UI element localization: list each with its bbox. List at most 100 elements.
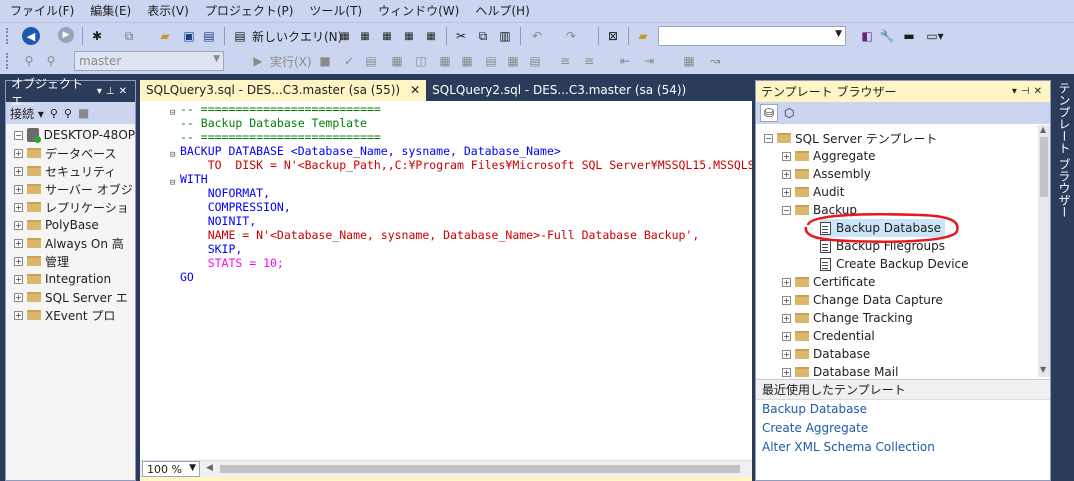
scroll-down-icon[interactable]: ▼ bbox=[1040, 365, 1046, 374]
database-select[interactable]: master ▼ bbox=[74, 51, 224, 71]
collapse-icon[interactable]: − bbox=[14, 130, 23, 140]
close-icon[interactable]: ✕ bbox=[1034, 86, 1046, 97]
tree-server-node[interactable]: − DESKTOP-48OP bbox=[14, 126, 135, 144]
expand-icon[interactable]: + bbox=[14, 310, 23, 320]
menu-view[interactable]: 表示(V) bbox=[139, 0, 197, 22]
expand-icon[interactable]: + bbox=[782, 313, 791, 323]
tree-folder-database[interactable]: + Database bbox=[782, 345, 870, 363]
find-icon[interactable]: ▰ bbox=[634, 27, 652, 45]
expand-icon[interactable]: + bbox=[14, 202, 23, 212]
tree-node[interactable]: + Always On 高 bbox=[14, 234, 135, 252]
filter-connect-icon[interactable]: ⚲ bbox=[50, 107, 58, 120]
tree-item-create-backup-device[interactable]: Create Backup Device bbox=[820, 255, 969, 273]
expand-icon[interactable]: + bbox=[782, 295, 791, 305]
recent-link[interactable]: Alter XML Schema Collection bbox=[756, 438, 1050, 457]
expand-icon[interactable]: + bbox=[14, 220, 23, 230]
toolbar-grip[interactable] bbox=[6, 28, 10, 44]
tree-node[interactable]: + セキュリティ bbox=[14, 162, 135, 180]
cut-icon[interactable]: ✂ bbox=[452, 27, 470, 45]
expand-icon[interactable]: + bbox=[14, 274, 23, 284]
tree-node[interactable]: + SQL Server エ bbox=[14, 288, 135, 306]
tree-folder-change-data-capture[interactable]: + Change Data Capture bbox=[782, 291, 943, 309]
tree-folder-certificate[interactable]: + Certificate bbox=[782, 273, 875, 291]
tree-node[interactable]: + Integration bbox=[14, 270, 135, 288]
collapse-icon[interactable]: ⊟ bbox=[170, 148, 175, 162]
open-folder-icon[interactable]: ▰ bbox=[156, 27, 174, 45]
change-connection-icon[interactable]: ⚲ bbox=[42, 52, 60, 70]
expand-icon[interactable]: + bbox=[14, 292, 23, 302]
search-combo[interactable]: ▼ bbox=[658, 26, 846, 46]
pin-icon[interactable]: ⊣ bbox=[1021, 86, 1034, 97]
redo-icon[interactable]: ↷ bbox=[562, 27, 580, 45]
tree-node[interactable]: + PolyBase bbox=[14, 216, 135, 234]
expand-icon[interactable]: + bbox=[782, 331, 791, 341]
expand-icon[interactable]: + bbox=[14, 238, 23, 248]
close-icon[interactable]: ✕ bbox=[119, 86, 131, 97]
query-options-icon[interactable]: ▦ bbox=[388, 52, 406, 70]
db-engine-query-icon[interactable]: ▦ bbox=[336, 27, 354, 45]
menu-help[interactable]: ヘルプ(H) bbox=[467, 0, 537, 22]
properties-icon[interactable]: ⊠ bbox=[604, 27, 622, 45]
pin-icon[interactable]: ⊥ bbox=[106, 86, 119, 97]
toolbar-grip[interactable] bbox=[6, 53, 10, 69]
expand-icon[interactable]: + bbox=[782, 349, 791, 359]
stop-icon[interactable]: ■ bbox=[316, 52, 334, 70]
menu-tools[interactable]: ツール(T) bbox=[301, 0, 370, 22]
scroll-left-icon[interactable]: ◀ bbox=[206, 463, 213, 473]
new-query-button[interactable]: ▤ 新しいクエリ(N) bbox=[232, 26, 342, 46]
paste-icon[interactable]: ▥ bbox=[496, 27, 514, 45]
tree-folder-credential[interactable]: + Credential bbox=[782, 327, 875, 345]
client-stats-icon[interactable]: ▦ bbox=[458, 52, 476, 70]
analysis-services-icon[interactable]: ⬡ bbox=[784, 106, 794, 120]
xmla-query-icon[interactable]: ▦ bbox=[400, 27, 418, 45]
tree-node[interactable]: + 管理 bbox=[14, 252, 135, 270]
recent-link[interactable]: Create Aggregate bbox=[756, 419, 1050, 438]
add-item-icon[interactable]: ⧉ bbox=[120, 27, 138, 45]
indent-icon[interactable]: ⇥ bbox=[640, 52, 658, 70]
undo-icon[interactable]: ↶ bbox=[528, 27, 546, 45]
wrench-icon[interactable]: 🔧 bbox=[878, 27, 896, 45]
tree-node[interactable]: + データベース bbox=[14, 144, 135, 162]
vs-icon[interactable]: ◧ bbox=[858, 27, 876, 45]
console-icon[interactable]: ▭▾ bbox=[922, 27, 948, 45]
horizontal-scrollbar[interactable] bbox=[220, 465, 740, 473]
menu-window[interactable]: ウィンドウ(W) bbox=[370, 0, 467, 22]
tree-folder-audit[interactable]: + Audit bbox=[782, 183, 844, 201]
code-area[interactable]: ⊟ ⊟ ⊟ -- ========================== -- B… bbox=[140, 102, 752, 481]
dropdown-icon[interactable]: ▾ bbox=[1012, 86, 1021, 97]
menu-file[interactable]: ファイル(F) bbox=[2, 0, 82, 22]
dax-query-icon[interactable]: ▦ bbox=[422, 27, 440, 45]
tree-folder-aggregate[interactable]: + Aggregate bbox=[782, 147, 876, 165]
copy-icon[interactable]: ⧉ bbox=[474, 27, 492, 45]
zoom-select[interactable]: 100 % ▼ bbox=[142, 461, 200, 477]
estimated-plan-icon[interactable]: ▤ bbox=[362, 52, 380, 70]
expand-icon[interactable]: + bbox=[782, 151, 791, 161]
outdent-icon[interactable]: ⇤ bbox=[616, 52, 634, 70]
tab-sqlquery3[interactable]: SQLQuery3.sql - DES...C3.master (sa (55)… bbox=[140, 80, 427, 101]
forward-icon[interactable]: ▶ bbox=[58, 27, 74, 43]
menu-edit[interactable]: 編集(E) bbox=[82, 0, 139, 22]
intellisense-icon[interactable]: ◫ bbox=[412, 52, 430, 70]
back-icon[interactable]: ◀ bbox=[22, 27, 40, 45]
collapse-icon[interactable]: ⊟ bbox=[170, 176, 175, 190]
tree-node[interactable]: + サーバー オブジ bbox=[14, 180, 135, 198]
results-file-icon[interactable]: ▤ bbox=[526, 52, 544, 70]
expand-icon[interactable]: + bbox=[14, 166, 23, 176]
close-icon[interactable]: ✕ bbox=[410, 83, 420, 97]
collapse-icon[interactable]: ⊟ bbox=[170, 106, 175, 120]
collapse-icon[interactable]: − bbox=[764, 133, 773, 143]
uncomment-icon[interactable]: ≡ bbox=[580, 52, 598, 70]
stop-icon[interactable]: ■ bbox=[78, 106, 89, 120]
menu-project[interactable]: プロジェクト(P) bbox=[197, 0, 302, 22]
collapse-icon[interactable]: − bbox=[782, 205, 791, 215]
recent-link[interactable]: Backup Database bbox=[756, 400, 1050, 419]
comment-icon[interactable]: ≡ bbox=[556, 52, 574, 70]
save-icon[interactable]: ▣ bbox=[180, 27, 198, 45]
expand-icon[interactable]: + bbox=[14, 256, 23, 266]
tree-folder-database-mail[interactable]: + Database Mail bbox=[782, 363, 898, 377]
expand-icon[interactable]: + bbox=[14, 184, 23, 194]
expand-icon[interactable]: + bbox=[782, 277, 791, 287]
include-plan-icon[interactable]: ▦ bbox=[436, 52, 454, 70]
execute-button[interactable]: ▶ 実行(X) bbox=[250, 51, 311, 71]
toolbar-options-icon[interactable]: ↝ bbox=[706, 52, 724, 70]
